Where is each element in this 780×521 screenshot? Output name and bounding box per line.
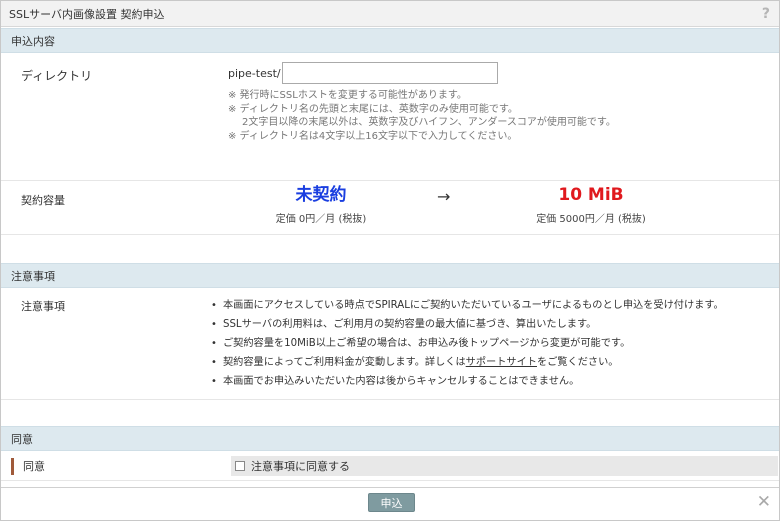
capacity-row: 契約容量 未契約 定価 0円／月 (税抜) → 10 MiB 定価 5000円／… xyxy=(1,181,779,235)
directory-notes: ※ 発行時にSSLホストを変更する可能性があります。 ※ ディレクトリ名の先頭と… xyxy=(228,89,779,143)
consent-row: 同意 注意事項に同意する xyxy=(1,451,779,481)
capacity-label: 契約容量 xyxy=(21,194,65,207)
new-capacity-value: 10 MiB xyxy=(558,185,624,205)
section-header-application: 申込内容 xyxy=(1,28,779,53)
directory-note: ※ 発行時にSSLホストを変更する可能性があります。 xyxy=(228,90,467,101)
directory-note: ※ ディレクトリ名は4文字以上16文字以下で入力してください。 xyxy=(228,130,518,142)
consent-checkbox[interactable] xyxy=(235,460,245,471)
arrow-right-icon: → xyxy=(437,187,451,206)
close-icon[interactable]: ✕ xyxy=(757,492,771,512)
dialog-window: SSLサーバ内画像設置 契約申込 ? 申込内容 ディレクトリ pipe-test… xyxy=(0,0,780,521)
directory-note: 2文字目以降の末尾以外は、英数字及びハイフン、アンダースコアが使用可能です。 xyxy=(242,117,616,128)
directory-row: ディレクトリ pipe-test/ ※ 発行時にSSLホストを変更する可能性があ… xyxy=(1,53,779,181)
dialog-footer: 申込 ✕ xyxy=(1,487,779,520)
notice-text: をご覧ください。 xyxy=(536,357,619,368)
new-capacity-price: 定価 5000円／月 (税抜) xyxy=(536,214,646,225)
list-item: 本画面でお申込みいただいた内容は後からキャンセルすることはできません。 xyxy=(211,372,724,391)
directory-note: ※ ディレクトリ名の先頭と末尾には、英数字のみ使用可能です。 xyxy=(228,103,518,115)
window-title: SSLサーバ内画像設置 契約申込 xyxy=(9,7,165,21)
directory-label: ディレクトリ xyxy=(21,69,93,83)
dialog-content: 申込内容 ディレクトリ pipe-test/ ※ 発行時にSSLホストを変更する… xyxy=(1,28,779,488)
submit-button[interactable]: 申込 xyxy=(368,493,415,512)
notice-row: 注意事項 本画面にアクセスしている時点でSPIRALにご契約いただいているユーザ… xyxy=(1,288,779,400)
current-capacity-price: 定価 0円／月 (税抜) xyxy=(275,214,367,225)
consent-label: 同意 xyxy=(23,459,45,473)
section-header-notice: 注意事項 xyxy=(1,263,779,288)
capacity-value: 未契約 定価 0円／月 (税抜) → 10 MiB 定価 5000円／月 (税抜… xyxy=(211,181,779,234)
title-bar: SSLサーバ内画像設置 契約申込 ? xyxy=(1,1,779,27)
list-item: 契約容量によってご利用料金が変動します。詳しくはサポートサイトをご覧ください。 xyxy=(211,353,724,372)
support-site-link[interactable]: サポートサイト xyxy=(466,357,537,368)
directory-prefix: pipe-test/ xyxy=(228,66,281,80)
help-icon[interactable]: ? xyxy=(762,6,770,22)
new-capacity: 10 MiB 定価 5000円／月 (税抜) xyxy=(511,184,671,225)
consent-checkbox-label[interactable]: 注意事項に同意する xyxy=(251,458,350,474)
list-item: 本画面にアクセスしている時点でSPIRALにご契約いただいているユーザによるもの… xyxy=(211,296,724,315)
required-marker xyxy=(11,458,14,475)
current-capacity: 未契約 定価 0円／月 (税抜) xyxy=(251,184,391,225)
section-header-consent: 同意 xyxy=(1,426,779,451)
current-capacity-value: 未契約 xyxy=(295,185,347,205)
notice-list: 本画面にアクセスしている時点でSPIRALにご契約いただいているユーザによるもの… xyxy=(211,288,724,399)
notice-label: 注意事項 xyxy=(21,300,65,313)
notice-text: 契約容量によってご利用料金が変動します。詳しくは xyxy=(223,357,466,368)
directory-input[interactable] xyxy=(281,62,498,84)
directory-value: pipe-test/ ※ 発行時にSSLホストを変更する可能性があります。 ※ … xyxy=(211,53,779,180)
consent-checkbox-area[interactable]: 注意事項に同意する xyxy=(231,455,778,476)
list-item: SSLサーバの利用料は、ご利用月の契約容量の最大値に基づき、算出いたします。 xyxy=(211,315,724,334)
list-item: ご契約容量を10MiB以上ご希望の場合は、お申込み後トップページから変更が可能で… xyxy=(211,334,724,353)
